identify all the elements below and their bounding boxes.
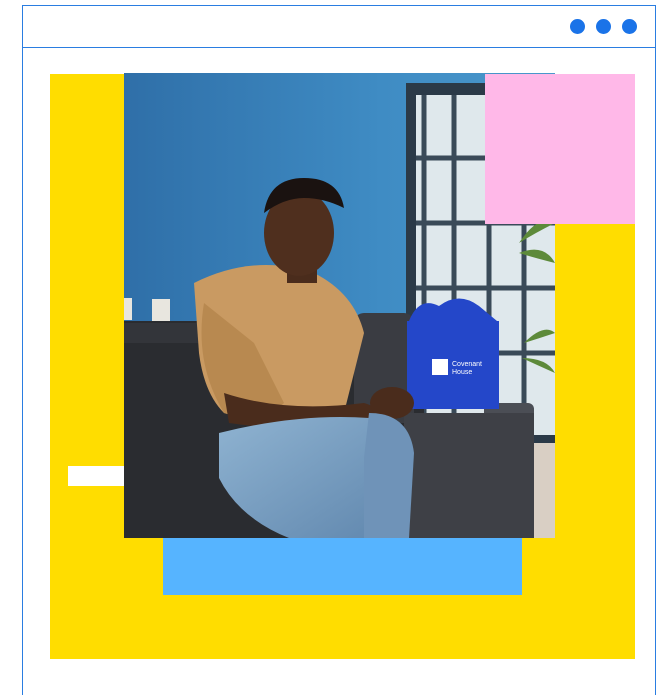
window-controls [570, 19, 637, 34]
bag-brand-line2: House [452, 369, 472, 376]
pink-accent-block [485, 74, 635, 224]
bag-brand-line1: Covenant [452, 361, 482, 368]
window-titlebar [23, 6, 655, 48]
blue-accent-block [163, 538, 522, 595]
menu-dot-icon[interactable] [596, 19, 611, 34]
menu-dot-icon[interactable] [570, 19, 585, 34]
menu-dot-icon[interactable] [622, 19, 637, 34]
